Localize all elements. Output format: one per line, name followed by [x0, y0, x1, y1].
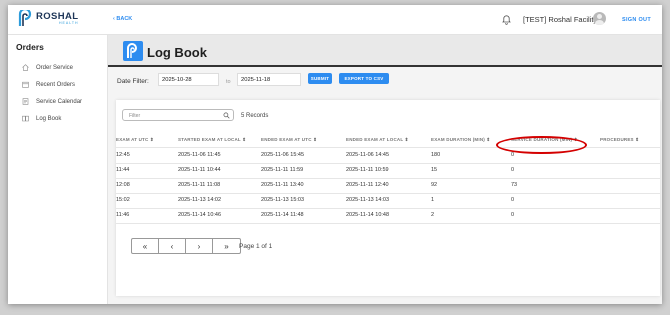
- sidebar: Orders Order Service Recent Orders Servi…: [8, 35, 108, 304]
- back-label: BACK: [116, 16, 133, 22]
- sort-icon: ⇕: [313, 137, 318, 142]
- date-from-input[interactable]: 2025-10-28: [158, 73, 219, 86]
- sidebar-item-recent-orders[interactable]: Recent Orders: [22, 81, 75, 88]
- sidebar-item-label: Recent Orders: [36, 81, 76, 88]
- chevron-left-icon: ‹: [113, 16, 115, 22]
- book-icon: [22, 115, 29, 122]
- roshal-logo[interactable]: ROSHAL HEALTH: [18, 10, 79, 27]
- pagination: « ‹ › »: [131, 238, 241, 254]
- logbook-card: Filter 5 Records EXAM AT UTC ⇕ STARTED E…: [116, 100, 660, 296]
- date-to-label: to: [226, 79, 231, 85]
- sidebar-item-label: Service Calendar: [36, 98, 83, 105]
- bell-icon[interactable]: [502, 14, 511, 25]
- row-divider: [116, 178, 660, 179]
- top-bar: ROSHAL HEALTH ‹ BACK [TEST] Roshal Facil…: [8, 5, 662, 35]
- roshal-logo-icon: [18, 10, 32, 26]
- sidebar-item-order-service[interactable]: Order Service: [22, 64, 73, 71]
- calendar-icon: [22, 81, 29, 88]
- filter-placeholder: Filter: [129, 113, 141, 119]
- sidebar-item-label: Order Service: [36, 64, 74, 71]
- sort-icon: ⇕: [242, 137, 247, 142]
- sort-icon: ⇕: [404, 137, 409, 142]
- main-content: Log Book Date Filter: 2025-10-28 to 2025…: [108, 35, 662, 304]
- submit-button[interactable]: SUBMIT: [308, 73, 332, 84]
- back-link[interactable]: ‹ BACK: [113, 16, 132, 22]
- red-annotation-ellipse: [496, 136, 587, 154]
- date-filter-label: Date Filter:: [117, 78, 149, 85]
- sort-icon: ⇕: [635, 137, 640, 142]
- column-header[interactable]: STARTED EXAM AT LOCAL ⇕: [178, 137, 246, 143]
- home-icon: [22, 64, 29, 71]
- app-window: ROSHAL HEALTH ‹ BACK [TEST] Roshal Facil…: [8, 5, 662, 304]
- sort-icon: ⇕: [149, 137, 154, 142]
- row-divider: [116, 193, 660, 194]
- column-header[interactable]: EXAM DURATION (MIN) ⇕: [431, 137, 490, 143]
- document-icon: [22, 98, 29, 105]
- row-divider: [116, 208, 660, 209]
- brand-subtitle: HEALTH: [59, 20, 79, 25]
- record-count: 5 Records: [241, 113, 269, 119]
- avatar[interactable]: [593, 12, 606, 25]
- column-header[interactable]: ENDED EXAM AT LOCAL ⇕: [346, 137, 409, 143]
- row-divider: [116, 223, 660, 224]
- date-to-input[interactable]: 2025-11-18: [237, 73, 301, 86]
- sidebar-title: Orders: [16, 42, 44, 52]
- sidebar-item-log-book[interactable]: Log Book: [22, 115, 61, 122]
- filter-input[interactable]: Filter: [122, 109, 234, 121]
- page-info: Page 1 of 1: [239, 243, 273, 250]
- last-page-button[interactable]: »: [213, 239, 240, 253]
- sort-icon: ⇕: [486, 137, 491, 142]
- logbook-logo-icon: [123, 41, 143, 61]
- next-page-button[interactable]: ›: [186, 239, 213, 253]
- column-header[interactable]: EXAM AT UTC ⇕: [116, 137, 154, 143]
- row-divider: [116, 163, 660, 164]
- column-header[interactable]: PROCEDURES ⇕: [600, 137, 639, 143]
- column-header[interactable]: ENDED EXAM AT UTC ⇕: [261, 137, 317, 143]
- page-title: Log Book: [147, 45, 207, 60]
- sidebar-item-label: Log Book: [36, 115, 62, 122]
- sign-out-button[interactable]: SIGN OUT: [622, 17, 651, 23]
- prev-page-button[interactable]: ‹: [159, 239, 186, 253]
- search-icon[interactable]: [223, 112, 230, 119]
- page-header: Log Book: [108, 35, 662, 67]
- facility-name[interactable]: [TEST] Roshal Facility: [523, 15, 597, 24]
- sidebar-item-service-calendar[interactable]: Service Calendar: [22, 98, 82, 105]
- first-page-button[interactable]: «: [132, 239, 159, 253]
- export-csv-button[interactable]: EXPORT TO CSV: [339, 73, 389, 84]
